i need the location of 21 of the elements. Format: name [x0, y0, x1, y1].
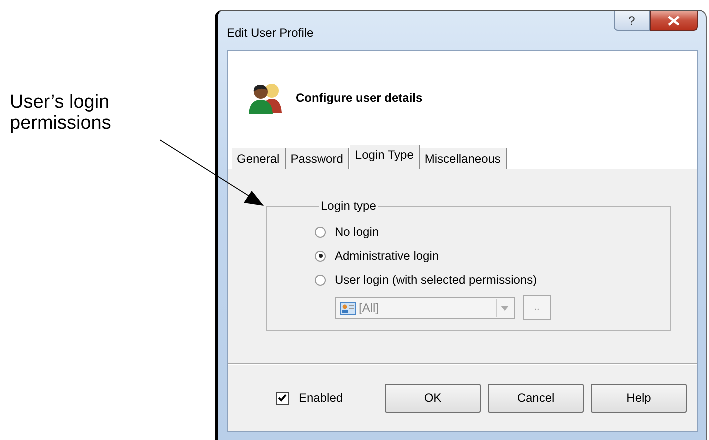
close-icon: [668, 16, 680, 26]
help-button[interactable]: ?: [614, 11, 650, 31]
user-card-icon: [340, 302, 356, 314]
radio-option[interactable]: No login: [315, 225, 670, 239]
tab[interactable]: Login Type: [349, 145, 420, 169]
close-button[interactable]: [650, 11, 698, 31]
tab[interactable]: General: [232, 148, 286, 169]
window-title: Edit User Profile: [227, 24, 315, 40]
radio-option[interactable]: User login (with selected permissions): [315, 273, 670, 287]
callout-text: User’s login permissions: [10, 92, 112, 134]
dropdown-arrow-icon: [501, 306, 509, 310]
header-title: Configure user details: [296, 91, 423, 105]
group-label: Login type: [320, 199, 378, 213]
dialog-button[interactable]: Help: [591, 384, 687, 412]
tab[interactable]: Password: [286, 148, 350, 169]
dialog-button[interactable]: OK: [385, 384, 481, 412]
enabled-checkbox[interactable]: Enabled: [276, 391, 344, 405]
dialog-button[interactable]: Cancel: [488, 384, 584, 412]
tab[interactable]: Miscellaneous: [420, 148, 507, 169]
users-icon: [248, 81, 284, 115]
radio-option[interactable]: Administrative login: [315, 249, 670, 263]
